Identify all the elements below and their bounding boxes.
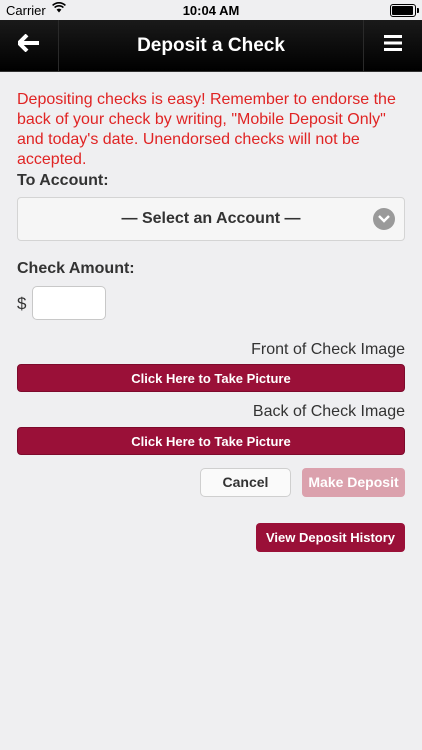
back-take-picture-button[interactable]: Click Here to Take Picture bbox=[17, 427, 405, 455]
check-amount-input[interactable] bbox=[32, 286, 106, 320]
battery-icon bbox=[390, 4, 419, 17]
page-title: Deposit a Check bbox=[137, 35, 285, 56]
cancel-button[interactable]: Cancel bbox=[200, 468, 291, 497]
back-arrow-icon bbox=[16, 33, 40, 57]
navigation-bar: Deposit a Check bbox=[0, 20, 422, 72]
menu-button[interactable] bbox=[363, 20, 422, 71]
front-take-picture-button[interactable]: Click Here to Take Picture bbox=[17, 364, 405, 392]
front-image-label: Front of Check Image bbox=[251, 341, 405, 358]
clock: 10:04 AM bbox=[182, 3, 240, 18]
chevron-down-icon bbox=[373, 208, 395, 230]
account-select[interactable]: — Select an Account — bbox=[17, 197, 405, 241]
hamburger-menu-icon bbox=[384, 35, 402, 56]
back-button[interactable] bbox=[0, 20, 59, 71]
back-image-label: Back of Check Image bbox=[252, 403, 405, 420]
deposit-instructions: Depositing checks is easy! Remember to e… bbox=[17, 91, 396, 168]
to-account-label: To Account: bbox=[17, 172, 109, 189]
check-amount-label: Check Amount: bbox=[17, 260, 135, 277]
make-deposit-button[interactable]: Make Deposit bbox=[302, 468, 405, 497]
account-select-value: — Select an Account — bbox=[121, 210, 301, 227]
view-deposit-history-button[interactable]: View Deposit History bbox=[256, 523, 405, 552]
currency-symbol: $ bbox=[17, 294, 27, 313]
status-bar: Carrier 10:04 AM bbox=[0, 0, 422, 20]
